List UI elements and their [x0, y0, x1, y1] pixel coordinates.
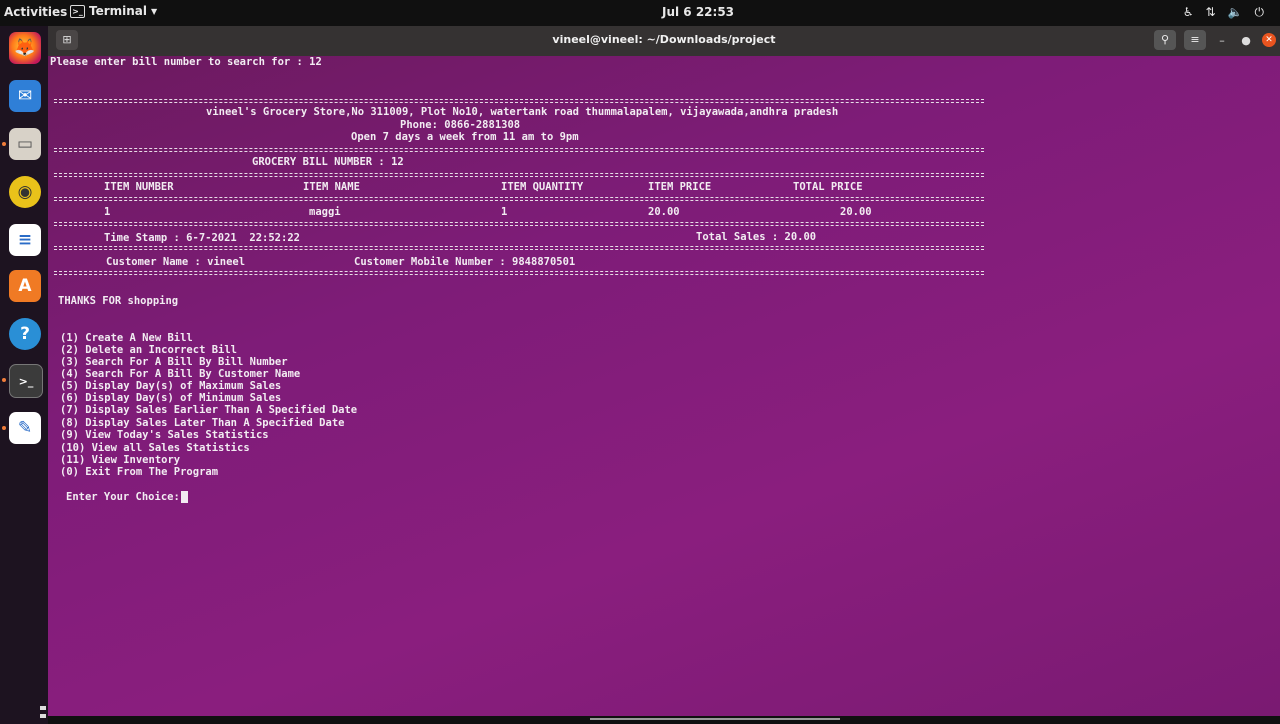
top-bar: Activities >_ Terminal ▼ Jul 6 22:53 ♿ ⇅… [0, 0, 1280, 26]
choice-prompt-label: Enter Your Choice: [66, 491, 180, 503]
rhythmbox-icon[interactable]: ◉ [9, 176, 41, 208]
row-item-price: 20.00 [648, 206, 680, 218]
search-icon: ⚲ [1160, 33, 1170, 46]
menu-item: (6) Display Day(s) of Minimum Sales [60, 392, 282, 404]
total-sales-line: Total Sales : 20.00 [696, 231, 817, 243]
power-icon: ⏻ [1254, 5, 1265, 19]
separator [54, 246, 984, 250]
window-title: vineel@vineel: ~/Downloads/project [552, 33, 776, 46]
menu-item: (4) Search For A Bill By Customer Name [60, 368, 301, 380]
row-item-number: 1 [104, 206, 111, 218]
app-menu-label: Terminal [89, 4, 148, 18]
separator [54, 99, 984, 103]
accessibility-icon: ♿ [1182, 5, 1194, 19]
menu-item: (1) Create A New Bill [60, 332, 193, 344]
hamburger-icon: ≡ [1190, 33, 1200, 46]
title-bar: ⊞ vineel@vineel: ~/Downloads/project ⚲ ≡… [48, 26, 1280, 56]
running-indicator [2, 142, 6, 146]
terminal-window: ⊞ vineel@vineel: ~/Downloads/project ⚲ ≡… [48, 26, 1280, 716]
separator [54, 271, 984, 275]
menu-item: (3) Search For A Bill By Bill Number [60, 356, 288, 368]
terminal-icon[interactable]: >_ [9, 364, 43, 398]
choice-prompt-line[interactable]: Enter Your Choice: [66, 491, 188, 503]
menu-item: (2) Delete an Incorrect Bill [60, 344, 238, 356]
text-editor-icon[interactable]: ✎ [9, 412, 41, 444]
volume-icon: 🔈 [1227, 5, 1243, 19]
running-indicator [2, 426, 6, 430]
network-icon: ⇅ [1205, 5, 1216, 19]
files-icon[interactable]: ▭ [9, 128, 41, 160]
chevron-down-icon: ▼ [151, 6, 158, 16]
menu-item: (0) Exit From The Program [60, 466, 219, 478]
system-status-area[interactable]: ♿ ⇅ 🔈 ⏻ [1183, 5, 1264, 20]
scroll-indicator [590, 718, 840, 720]
store-hours-line: Open 7 days a week from 11 am to 9pm [351, 131, 579, 143]
terminal-output[interactable]: Please enter bill number to search for :… [48, 56, 1280, 716]
column-header-item-number: ITEM NUMBER [104, 181, 174, 193]
separator [54, 173, 984, 177]
text-cursor [180, 491, 188, 503]
running-indicator [2, 378, 6, 382]
thunderbird-icon[interactable]: ✉ [9, 80, 41, 112]
column-header-item-price: ITEM PRICE [648, 181, 712, 193]
column-header-item-name: ITEM NAME [303, 181, 360, 193]
separator [54, 222, 984, 226]
separator [54, 197, 984, 201]
bill-number-line: GROCERY BILL NUMBER : 12 [252, 156, 404, 168]
thanks-line: THANKS FOR shopping [58, 295, 179, 307]
libreoffice-writer-icon[interactable]: ≡ [9, 224, 41, 256]
row-total-price: 20.00 [840, 206, 872, 218]
separator [54, 148, 984, 152]
search-prompt-line: Please enter bill number to search for :… [50, 56, 322, 68]
store-phone-line: Phone: 0866-2881308 [400, 119, 521, 131]
store-address-line: vineel's Grocery Store,No 311009, Plot N… [206, 106, 839, 118]
row-item-name: maggi [309, 206, 341, 218]
close-button[interactable]: ✕ [1262, 33, 1276, 47]
minimize-button[interactable]: – [1214, 34, 1230, 47]
customer-mobile-line: Customer Mobile Number : 9848870501 [354, 256, 576, 268]
maximize-button[interactable]: ● [1238, 34, 1254, 47]
menu-item: (8) Display Sales Later Than A Specified… [60, 417, 345, 429]
app-menu-button[interactable]: >_ Terminal ▼ [70, 4, 157, 18]
dock: 🦊 ✉ ▭ ◉ ≡ A ? >_ ✎ [0, 26, 48, 724]
clock[interactable]: Jul 6 22:53 [662, 5, 734, 19]
menu-item: (11) View Inventory [60, 454, 181, 466]
menu-item: (9) View Today's Sales Statistics [60, 429, 269, 441]
software-icon[interactable]: A [9, 270, 41, 302]
firefox-icon[interactable]: 🦊 [9, 32, 41, 64]
search-button[interactable]: ⚲ [1154, 30, 1176, 50]
menu-item: (5) Display Day(s) of Maximum Sales [60, 380, 282, 392]
customer-name-line: Customer Name : vineel [106, 256, 246, 268]
row-item-quantity: 1 [501, 206, 508, 218]
menu-item: (10) View all Sales Statistics [60, 442, 250, 454]
menu-button[interactable]: ≡ [1184, 30, 1206, 50]
terminal-icon: >_ [70, 4, 85, 18]
timestamp-line: Time Stamp : 6-7-2021 22:52:22 [104, 232, 300, 244]
help-icon[interactable]: ? [9, 318, 41, 350]
column-header-total-price: TOTAL PRICE [793, 181, 863, 193]
column-header-item-quantity: ITEM QUANTITY [501, 181, 584, 193]
menu-item: (7) Display Sales Earlier Than A Specifi… [60, 404, 358, 416]
activities-button[interactable]: Activities [4, 5, 67, 19]
